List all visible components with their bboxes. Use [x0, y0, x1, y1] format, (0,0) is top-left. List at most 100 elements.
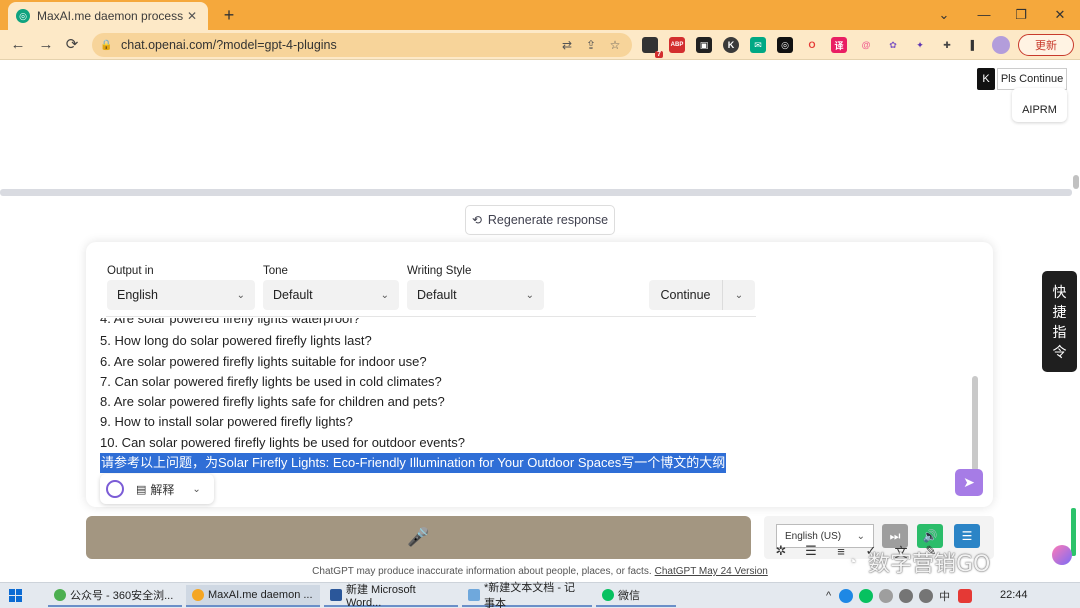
continue-split-button: Continue ⌄ [649, 280, 755, 310]
gpt-logo-icon[interactable] [106, 480, 124, 498]
abp-icon[interactable]: ABP [669, 37, 685, 53]
tray-network-icon[interactable] [879, 589, 894, 603]
k-icon[interactable]: K [723, 37, 739, 53]
explain-toolbar: ▤ 解释 ⌄ [100, 474, 214, 504]
tray-expand-icon[interactable]: ^ [826, 590, 831, 602]
taskbar-app-label: 公众号 - 360安全浏... [70, 590, 174, 602]
disclaimer-text: ChatGPT may produce inaccurate informati… [312, 566, 652, 577]
taskbar-app-360-browser[interactable]: 公众号 - 360安全浏... [48, 585, 182, 607]
browser-tab[interactable]: ◎ MaxAI.me daemon process is r ✕ [8, 2, 208, 30]
quick-commands-char: 指 [1052, 323, 1067, 340]
prompt-scrollbar[interactable] [972, 376, 978, 471]
openai-favicon-icon: ◎ [16, 9, 30, 23]
ime-indicator[interactable]: 中 [939, 588, 950, 604]
360-browser-icon [54, 589, 66, 601]
new-tab-button[interactable]: + [219, 5, 239, 25]
taskbar-app-notepad[interactable]: *新建文本文档 - 记事本 [462, 582, 592, 608]
spiral-icon[interactable]: @ [858, 37, 874, 53]
puzzle-icon[interactable]: ✚ [939, 37, 955, 53]
writing-style-label: Writing Style [407, 265, 472, 277]
update-button[interactable]: 更新 [1018, 34, 1074, 56]
version-link[interactable]: ChatGPT May 24 Version [655, 566, 768, 577]
chevron-down-icon: ⌄ [236, 289, 245, 301]
extension-badge-count: 7 [655, 51, 663, 58]
quick-commands-button[interactable]: 快 捷 指 令 [1042, 271, 1077, 372]
k-logo-icon: K [977, 68, 995, 90]
send-button[interactable]: ➤ [955, 469, 983, 496]
quick-commands-char: 令 [1052, 343, 1067, 360]
green-side-indicator [1071, 508, 1076, 556]
url-text[interactable]: chat.openai.com/?model=gpt-4-plugins [121, 38, 552, 52]
page-scrollbar[interactable] [1073, 175, 1079, 189]
translate-page-icon[interactable]: ⇄ [558, 38, 576, 52]
highlighted-prompt-line: 请参考以上问题，为Solar Firefly Lights: Eco-Frien… [100, 453, 727, 473]
tab-title: MaxAI.me daemon process is r [37, 9, 184, 23]
back-icon[interactable]: ← [8, 35, 28, 55]
writing-style-value: Default [417, 288, 457, 302]
brain-icon[interactable]: ✿ [885, 37, 901, 53]
output-language-select[interactable]: English ⌄ [107, 280, 255, 310]
circle-icon[interactable]: O [804, 37, 820, 53]
tray-battery-icon[interactable] [919, 589, 934, 603]
prompt-textarea[interactable]: 4. Are solar powered firefly lights wate… [100, 318, 970, 473]
bookmark-star-icon[interactable]: ☆ [606, 38, 624, 52]
brain-logo-icon[interactable] [1052, 545, 1072, 565]
regenerate-label: Regenerate response [487, 213, 609, 227]
taskbar-app-chrome[interactable]: MaxAI.me daemon ... [186, 585, 320, 607]
taskbar-app-label: MaxAI.me daemon ... [208, 589, 313, 601]
align-icon[interactable]: ☰ [799, 543, 823, 559]
extension-badge-icon[interactable]: 7 [642, 37, 663, 58]
pls-continue-button[interactable]: Pls Continue [997, 68, 1067, 90]
horizontal-scrollbar[interactable] [0, 189, 1072, 196]
tab-close-icon[interactable]: ✕ [184, 9, 200, 23]
sidebar-icon[interactable]: ▌ [966, 37, 982, 53]
chevron-down-icon[interactable]: ⌄ [192, 484, 200, 495]
forward-icon[interactable]: → [36, 35, 56, 55]
share-icon[interactable]: ⇪ [582, 38, 600, 52]
lock-icon: 🔒 [100, 39, 113, 51]
translate-icon[interactable]: 译 [831, 37, 847, 53]
restore-icon[interactable]: ❐ [1011, 5, 1031, 25]
writing-style-select[interactable]: Default ⌄ [407, 280, 544, 310]
disclaimer: ChatGPT may produce inaccurate informati… [0, 566, 1080, 577]
prompt-line: 9. How to install solar powered firefly … [100, 414, 353, 429]
continue-options-chevron-icon[interactable]: ⌄ [723, 280, 755, 310]
taskbar-app-word[interactable]: 新建 Microsoft Word... [324, 584, 458, 608]
chevron-down-icon: ⌄ [380, 289, 389, 301]
explain-button[interactable]: 解释 [150, 481, 174, 498]
notepad-icon [468, 589, 480, 601]
tray-volume-icon[interactable] [899, 589, 914, 603]
prompt-line: 4. Are solar powered firefly lights wate… [100, 318, 361, 326]
regenerate-response-button[interactable]: ⟲ Regenerate response [465, 205, 615, 235]
terminal-icon[interactable]: ▣ [696, 37, 712, 53]
book-icon: ▤ [136, 483, 147, 496]
chrome-icon [192, 589, 204, 601]
windows-start-icon[interactable] [9, 589, 22, 602]
sparkle-icon[interactable]: ✦ [912, 37, 928, 53]
tab-strip: ◎ MaxAI.me daemon process is r ✕ + ⌄ — ❐… [0, 0, 1080, 30]
tone-select[interactable]: Default ⌄ [263, 280, 399, 310]
openai-icon[interactable]: ◎ [777, 37, 793, 53]
taskbar-app-wechat[interactable]: 微信 [596, 585, 676, 607]
continue-button[interactable]: Continue [649, 280, 723, 310]
tray-browser-icon[interactable] [839, 589, 854, 603]
tray-sogou-icon[interactable] [958, 589, 973, 603]
voice-input-bar[interactable]: 🎤 [86, 516, 751, 559]
composer-divider [106, 316, 756, 317]
minimize-icon[interactable]: — [974, 5, 994, 25]
taskbar-clock[interactable]: 22:44 [1000, 589, 1028, 601]
aiprm-button[interactable]: AIPRM [1012, 88, 1067, 122]
tab-search-icon[interactable]: ⌄ [934, 5, 954, 25]
browser-toolbar: ← → ⟳ 🔒 chat.openai.com/?model=gpt-4-plu… [0, 30, 1080, 60]
system-tray: ^ 中 [826, 588, 978, 604]
profile-avatar[interactable] [992, 36, 1010, 54]
close-window-icon[interactable]: ✕ [1050, 5, 1070, 25]
pls-continue-widget: K Pls Continue [977, 68, 1067, 90]
reload-icon[interactable]: ⟳ [62, 35, 82, 55]
address-bar[interactable]: 🔒 chat.openai.com/?model=gpt-4-plugins ⇄… [92, 33, 632, 57]
tray-wechat-icon[interactable] [859, 589, 874, 603]
magic-wand-icon[interactable]: ✲ [769, 543, 793, 559]
taskbar-app-label: *新建文本文档 - 记事本 [484, 582, 576, 608]
chat-icon[interactable]: ✉ [750, 37, 766, 53]
output-language-value: English [117, 288, 158, 302]
